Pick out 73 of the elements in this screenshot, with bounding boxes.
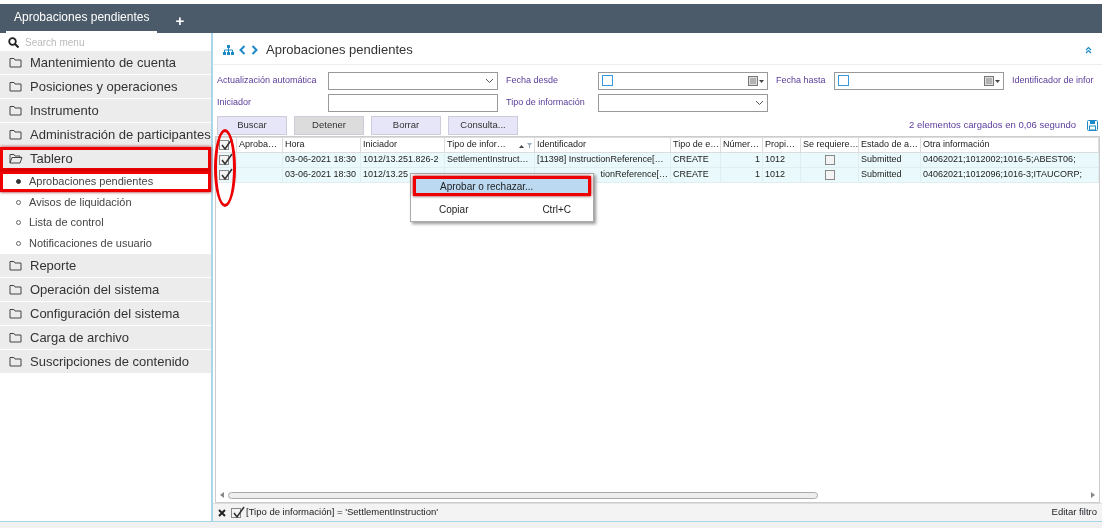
column-header[interactable]: Tipo de e… [670, 137, 721, 153]
search-icon [8, 36, 19, 48]
edit-filter-link[interactable]: Editar filtro [1051, 505, 1097, 520]
folder-icon [9, 128, 23, 141]
filter-expression: [Tipo de información] = 'SettlementInstruction' [246, 505, 439, 520]
field-label: Tipo de información [506, 95, 586, 109]
menu-folder[interactable]: Posiciones y operaciones [0, 75, 211, 99]
menu-folder[interactable]: Administración de participantes [0, 123, 211, 147]
column-header[interactable]: Propi… [762, 137, 801, 153]
menu-item[interactable]: Lista de control [0, 212, 211, 234]
forward-icon[interactable] [251, 44, 258, 55]
column-header[interactable]: Tipo de infor… [444, 137, 535, 153]
close-icon[interactable] [218, 508, 226, 517]
status-text: 2 elementos cargados en 0,06 segundo [909, 117, 1076, 132]
folder-icon [9, 80, 23, 93]
scroll-right-icon [1091, 492, 1095, 498]
menu-item[interactable]: Notificaciones de usuario [0, 233, 211, 254]
column-header[interactable]: Hora [282, 137, 361, 153]
action-button[interactable]: Consulta... [448, 115, 518, 135]
menu-folder[interactable]: Carga de archivo [0, 325, 211, 350]
folder-icon [9, 56, 23, 69]
chevron-down-icon [755, 99, 764, 106]
field-label: Actualización automática [217, 73, 318, 87]
folder-icon [9, 354, 23, 368]
scrollbar-thumb[interactable] [228, 491, 818, 499]
column-header[interactable]: Otra información [920, 137, 1099, 153]
scroll-left-icon [220, 492, 224, 498]
folder-icon [9, 306, 23, 320]
menu-folder[interactable]: Reporte [0, 253, 211, 278]
column-header[interactable]: Aproba… [236, 137, 283, 153]
checkbox[interactable] [824, 154, 835, 165]
column-header[interactable]: Se requiere… [800, 137, 859, 153]
folder-icon [9, 282, 23, 296]
menu-item[interactable]: Avisos de liquidación [0, 191, 211, 213]
column-header[interactable]: Estado de a… [858, 137, 921, 153]
chevron-down-icon [485, 77, 494, 84]
menu-item[interactable]: Aprobaciones pendientes [0, 171, 211, 192]
dropdown-field[interactable] [328, 71, 498, 90]
sort-filter-icon [518, 142, 532, 149]
checkbox[interactable] [824, 169, 835, 180]
menu-folder[interactable]: Mantenimiento de cuenta [0, 51, 211, 75]
column-header[interactable]: Númer… [720, 137, 763, 153]
date-field[interactable] [834, 71, 1004, 90]
dropdown-field[interactable] [598, 93, 768, 112]
folder-icon [9, 104, 23, 117]
add-tab-button[interactable]: + [157, 13, 203, 33]
collapse-icon[interactable] [1085, 45, 1092, 54]
bullet-icon [16, 178, 21, 184]
menu-item[interactable]: Aprobar o rechazar... [413, 176, 591, 196]
open-folder-icon [9, 152, 23, 165]
menu-folder[interactable]: Operación del sistema [0, 277, 211, 302]
field-label: Fecha desde [506, 73, 560, 87]
text-field[interactable] [328, 93, 498, 112]
field-label: Iniciador [217, 95, 253, 109]
field-label: Fecha hasta [776, 73, 827, 87]
action-button[interactable]: Borrar [371, 115, 441, 135]
page-title: Aprobaciones pendientes [266, 40, 413, 59]
calendar-icon [748, 75, 764, 86]
field-label: Identificador de infor [1012, 73, 1094, 87]
calendar-icon [984, 75, 1000, 86]
menu-folder[interactable]: Tablero [0, 147, 211, 171]
action-button[interactable]: Buscar [217, 115, 287, 135]
menu-folder[interactable]: Configuración del sistema [0, 301, 211, 326]
date-field[interactable] [598, 71, 768, 90]
column-header[interactable]: Iniciador [360, 137, 445, 153]
save-icon [1087, 119, 1098, 131]
folder-icon [9, 330, 23, 344]
column-header[interactable]: Identificador [534, 137, 671, 153]
hierarchy-icon [223, 44, 234, 55]
menu-folder[interactable]: Suscripciones de contenido [0, 349, 211, 374]
folder-icon [9, 258, 23, 272]
menu-folder[interactable]: Instrumento [0, 99, 211, 123]
back-icon[interactable] [239, 44, 246, 55]
